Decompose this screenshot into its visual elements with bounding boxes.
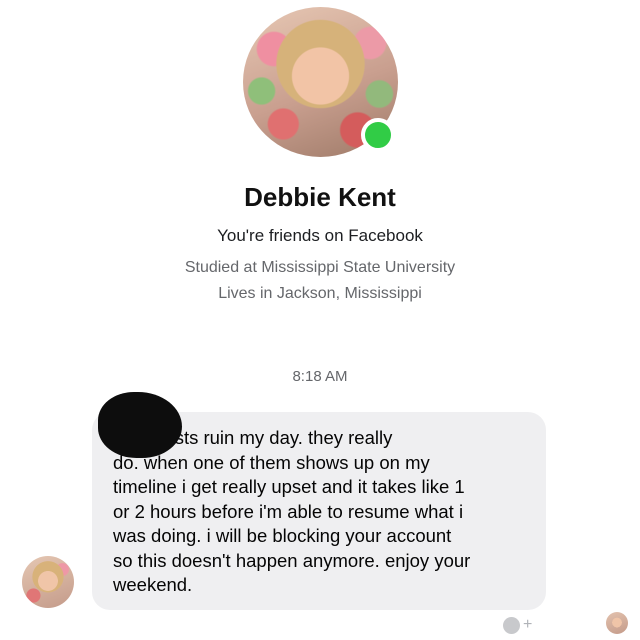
- sender-avatar[interactable]: [22, 556, 74, 608]
- friend-status-text: You're friends on Facebook: [217, 226, 423, 245]
- contact-name: Debbie Kent: [244, 182, 396, 212]
- message-text: your posts ruin my day. they really do. …: [113, 427, 471, 595]
- plus-icon: +: [523, 616, 533, 633]
- education-info: Studied at Mississippi State University: [184, 259, 456, 276]
- read-receipt-avatar: [606, 612, 628, 634]
- online-status-icon: [361, 118, 395, 152]
- location-info: Lives in Jackson, Mississippi: [218, 285, 422, 302]
- redaction-mark: [98, 392, 182, 458]
- smiley-icon: [503, 616, 520, 634]
- add-reaction-icon[interactable]: +: [503, 615, 549, 635]
- message-timestamp: 8:18 AM: [292, 368, 348, 385]
